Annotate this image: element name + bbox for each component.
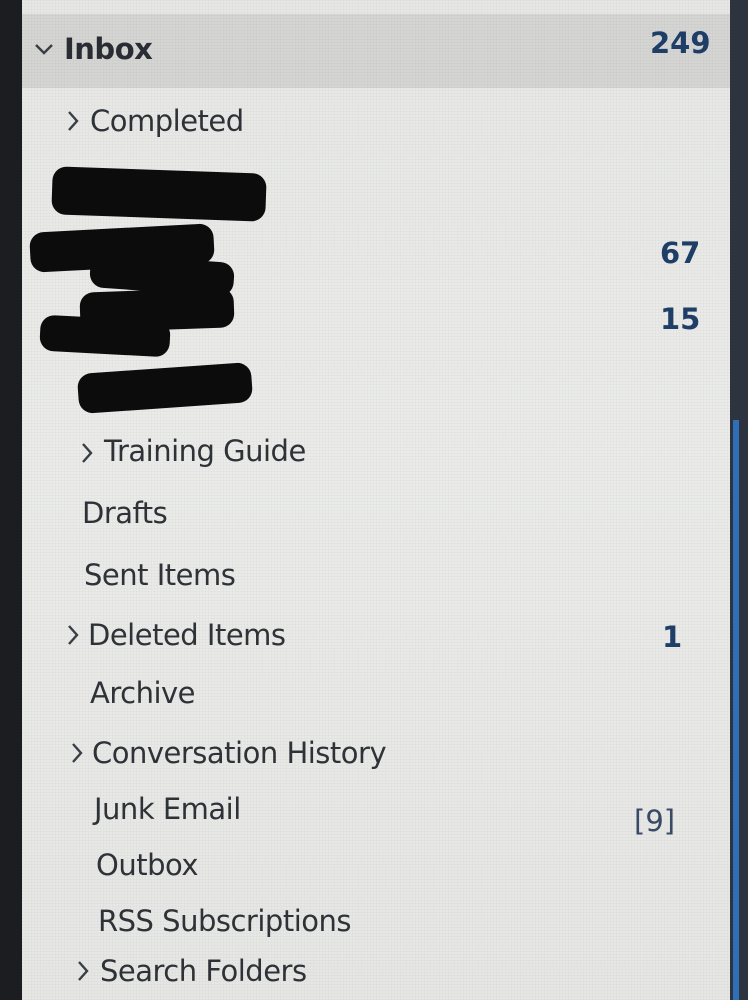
folder-label: Drafts [82, 496, 168, 530]
folder-deleted-items[interactable]: Deleted Items 1 [22, 610, 730, 660]
unread-count: 249 [650, 26, 711, 60]
redacted-folder[interactable] [76, 361, 254, 415]
folder-label: Training Guide [104, 434, 306, 468]
item-count: [9] [634, 804, 676, 838]
folder-pane: Inbox 249 Completed 67 15 Training Guide… [22, 0, 730, 1000]
scrollbar[interactable] [733, 420, 739, 1000]
chevron-down-icon[interactable] [34, 42, 53, 62]
folder-label: Archive [90, 676, 196, 710]
folder-sent-items[interactable]: Sent Items [22, 550, 730, 600]
chevron-right-icon[interactable] [66, 624, 80, 645]
unread-count: 15 [660, 302, 701, 336]
folder-junk-email[interactable]: Junk Email [9] [22, 784, 730, 838]
unread-count: 67 [660, 236, 701, 270]
folder-training-guide[interactable]: Training Guide [22, 426, 730, 476]
folder-outbox[interactable]: Outbox [22, 840, 730, 890]
folder-completed[interactable]: Completed [22, 96, 730, 146]
folder-conversation-history[interactable]: Conversation History [22, 728, 730, 778]
chevron-right-icon[interactable] [66, 110, 80, 131]
folder-archive[interactable]: Archive [22, 668, 730, 718]
redacted-folder[interactable] [51, 166, 267, 222]
chevron-right-icon[interactable] [70, 742, 84, 763]
folder-label: Inbox [64, 32, 153, 66]
folder-rss-subscriptions[interactable]: RSS Subscriptions [22, 896, 730, 946]
folder-label: Sent Items [84, 558, 236, 592]
folder-label: Deleted Items [88, 618, 286, 652]
folder-label: Completed [90, 104, 244, 138]
folder-label: Search Folders [100, 954, 307, 988]
folder-label: RSS Subscriptions [98, 904, 351, 938]
folder-label: Outbox [96, 848, 199, 882]
folder-drafts[interactable]: Drafts [22, 488, 730, 538]
folder-label: Conversation History [92, 736, 387, 770]
folder-label: Junk Email [94, 792, 241, 826]
unread-count: 1 [662, 620, 683, 654]
chevron-right-icon[interactable] [80, 442, 94, 463]
folder-inbox[interactable]: Inbox 249 [22, 26, 730, 76]
folder-search-folders[interactable]: Search Folders [22, 948, 730, 998]
chevron-right-icon[interactable] [76, 960, 90, 981]
redacted-folder[interactable] [39, 314, 171, 358]
